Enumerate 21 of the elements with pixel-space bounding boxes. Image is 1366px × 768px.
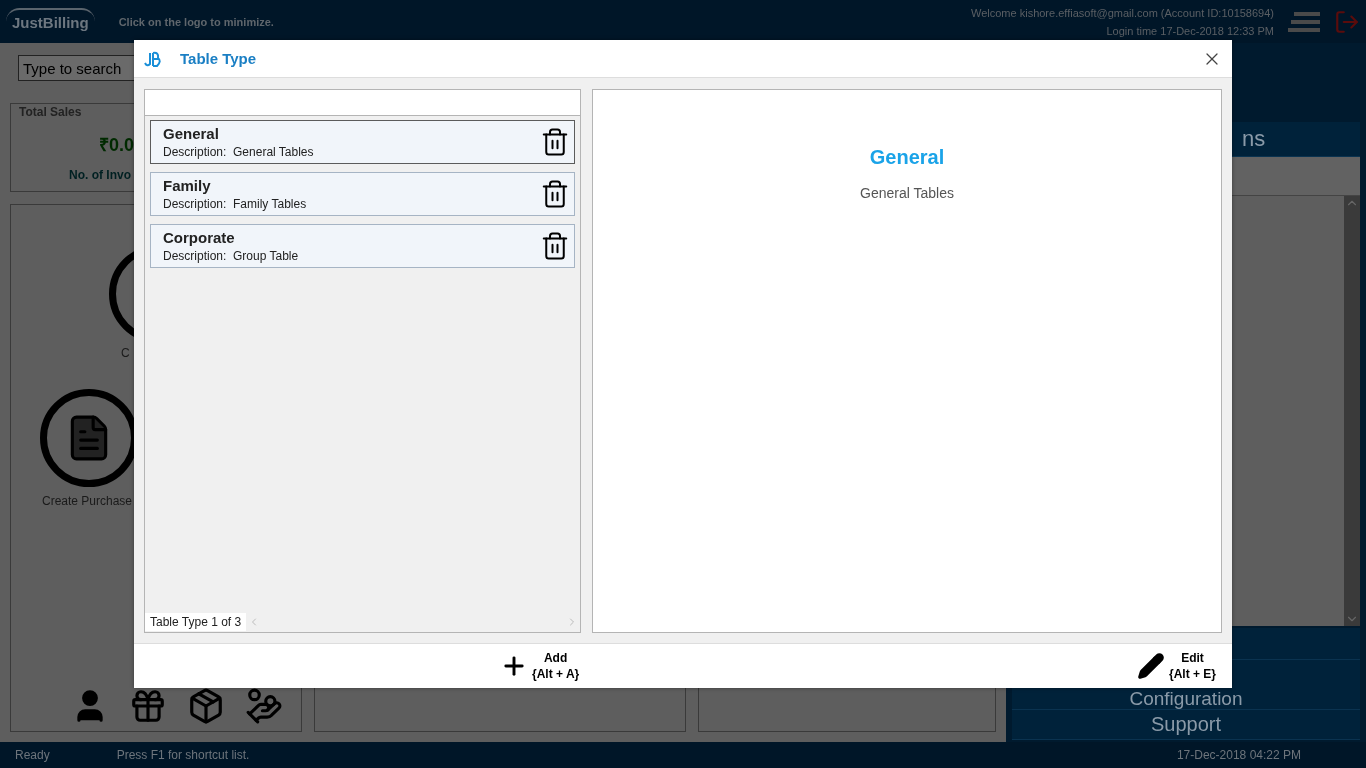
card-title: Total Sales (19, 105, 83, 119)
detail-name: General (869, 146, 945, 169)
minimize-hint: Click on the logo to minimize. (118, 15, 274, 28)
login-time: Login time 17-Dec-2018 12:33 PM (1106, 24, 1274, 37)
item-name: Corporate (163, 229, 236, 246)
dialog-title: Table Type (180, 50, 257, 67)
record-counter: Table Type 1 of 3 (145, 613, 247, 631)
invoices-label: No. of Invo (69, 168, 131, 182)
item-description: Description: General Tables (163, 145, 315, 159)
item-name: Family (163, 177, 212, 194)
item-description: Description: Family Tables (163, 197, 308, 211)
detail-description: General Tables (860, 185, 954, 201)
shortcut-hint: Press F1 for shortcut list. (116, 748, 250, 762)
status-clock: 17-Dec-2018 04:22 PM (1176, 748, 1301, 762)
shortcut-label: Create Purchase (42, 494, 133, 508)
shortcut-label: C (121, 346, 130, 360)
sales-amount: ₹0.0 (99, 134, 135, 156)
welcome-text: Welcome kishore.effiasoft@gmail.com (Account ID:10158694) (971, 6, 1274, 19)
item-description: Description: Group Table (163, 249, 300, 263)
item-name: General (163, 125, 220, 142)
status-text: Ready (15, 748, 50, 762)
